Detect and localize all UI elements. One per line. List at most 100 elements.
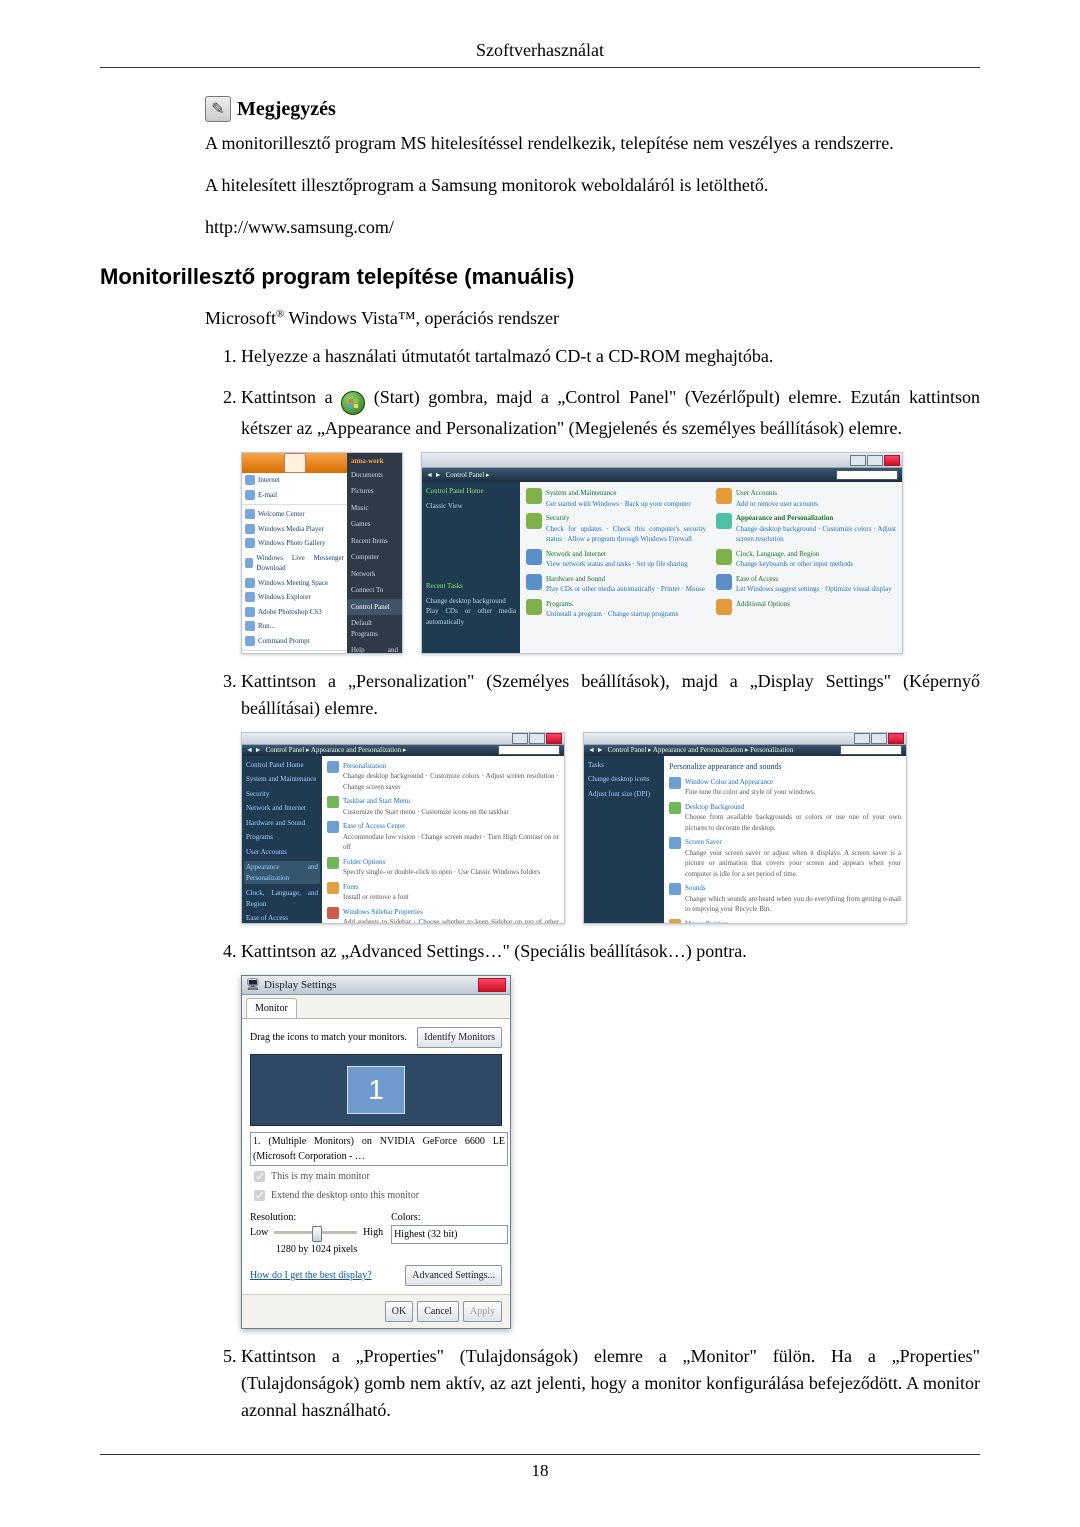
start-right-item[interactable]: Help and Support — [347, 642, 402, 654]
cp-category-appearance[interactable]: Appearance and Personalization — [736, 513, 896, 524]
nav-link[interactable]: System and Maintenance — [246, 774, 318, 785]
start-right-item[interactable]: Music — [347, 500, 402, 517]
cp-category[interactable]: Clock, Language, and Region — [736, 549, 853, 560]
link[interactable]: Mouse Pointers — [685, 919, 901, 925]
cp-category[interactable]: Security — [546, 513, 706, 524]
breadcrumb[interactable]: Control Panel ▸ Appearance and Personali… — [266, 745, 407, 756]
personalization-link[interactable]: Personalization — [343, 761, 559, 772]
resolution-slider[interactable] — [274, 1231, 357, 1234]
sub-text[interactable]: Customize the Start menu · Customize ico… — [343, 807, 509, 818]
breadcrumb[interactable]: Control Panel ▸ Appearance and Personali… — [608, 745, 794, 756]
sub-text[interactable]: Change desktop background · Customize co… — [343, 771, 559, 792]
start-right-item[interactable]: Pictures — [347, 483, 402, 500]
tab-monitor[interactable]: Monitor — [246, 998, 297, 1018]
maximize-button[interactable] — [529, 733, 545, 744]
task-link[interactable]: Change desktop icons — [588, 774, 660, 785]
cp-category[interactable]: Programs — [546, 599, 678, 610]
recent-task[interactable]: Play CDs or other media automatically — [426, 606, 516, 627]
cp-category[interactable]: Network and Internet — [546, 549, 688, 560]
start-item[interactable]: Adobe Photoshop CS3 — [258, 607, 322, 618]
link[interactable]: Taskbar and Start Menu — [343, 796, 509, 807]
minimize-button[interactable] — [850, 455, 866, 466]
nav-link[interactable]: User Accounts — [246, 847, 318, 858]
start-right-item[interactable]: Network — [347, 566, 402, 583]
cancel-button[interactable]: Cancel — [417, 1301, 459, 1322]
monitor-1-icon[interactable]: 1 — [347, 1066, 405, 1114]
cp-sublinks[interactable]: Uninstall a program · Change startup pro… — [546, 609, 678, 620]
nav-link[interactable]: Programs — [246, 832, 318, 843]
sub-text[interactable]: Add gadgets to Sidebar · Choose whether … — [343, 917, 559, 924]
colors-select[interactable]: Highest (32 bit) — [391, 1225, 508, 1244]
monitor-arrangement[interactable]: 1 — [250, 1054, 502, 1126]
nav-link[interactable]: Ease of Access — [246, 913, 318, 924]
start-item[interactable]: E-mail — [258, 490, 277, 501]
cp-sublinks[interactable]: Play CDs or other media automatically · … — [546, 584, 705, 595]
link[interactable]: Windows Sidebar Properties — [343, 907, 559, 918]
sub-text[interactable]: Install or remove a font — [343, 892, 409, 903]
start-control-panel[interactable]: Control Panel — [347, 599, 402, 616]
minimize-button[interactable] — [512, 733, 528, 744]
cp-category[interactable]: System and Maintenance — [546, 488, 691, 499]
start-item[interactable]: Command Prompt — [258, 636, 310, 647]
start-item[interactable]: Windows Live Messenger Download — [256, 553, 344, 574]
close-button[interactable] — [884, 455, 900, 466]
start-item[interactable]: Windows Photo Gallery — [258, 538, 325, 549]
cp-sublinks[interactable]: Add or remove user accounts — [736, 499, 818, 510]
minimize-button[interactable] — [854, 733, 870, 744]
nav-link[interactable]: Network and Internet — [246, 803, 318, 814]
cp-home-link[interactable]: Control Panel Home — [426, 486, 516, 497]
start-item[interactable]: Internet — [258, 475, 280, 486]
nav-link[interactable]: Security — [246, 789, 318, 800]
link[interactable]: Fonts — [343, 882, 409, 893]
maximize-button[interactable] — [867, 455, 883, 466]
cp-sublinks[interactable]: Change keyboards or other input methods — [736, 559, 853, 570]
start-item[interactable]: Welcome Center — [258, 509, 305, 520]
display-device-select[interactable]: 1. (Multiple Monitors) on NVIDIA GeForce… — [250, 1132, 508, 1166]
cp-category[interactable]: Ease of Access — [736, 574, 892, 585]
start-item[interactable]: Run... — [258, 621, 275, 632]
ok-button[interactable]: OK — [385, 1301, 413, 1322]
start-right-item[interactable]: Default Programs — [347, 615, 402, 642]
nav-link-active[interactable]: Appearance and Personalization — [246, 863, 318, 882]
cp-sublinks[interactable]: Get started with Windows · Back up your … — [546, 499, 691, 510]
start-item[interactable]: Windows Meeting Space — [258, 578, 328, 589]
close-button[interactable] — [546, 733, 562, 744]
start-item[interactable]: Windows Media Player — [258, 524, 324, 535]
help-link[interactable]: How do I get the best display? — [250, 1268, 372, 1283]
cp-category[interactable]: Additional Options — [736, 599, 790, 610]
start-right-item[interactable]: Recent Items — [347, 533, 402, 550]
recent-task[interactable]: Change desktop background — [426, 596, 516, 607]
cp-sublinks[interactable]: Let Windows suggest settings · Optimize … — [736, 584, 892, 595]
breadcrumb[interactable]: Control Panel ▸ — [446, 470, 490, 481]
link[interactable]: Screen Saver — [685, 837, 901, 848]
cp-sublinks[interactable]: Change desktop background · Customize co… — [736, 524, 896, 545]
link[interactable]: Ease of Access Center — [343, 821, 559, 832]
link[interactable]: Folder Options — [343, 857, 540, 868]
task-link[interactable]: Adjust font size (DPI) — [588, 789, 660, 800]
link[interactable]: Sounds — [685, 883, 901, 894]
cp-category[interactable]: Hardware and Sound — [546, 574, 705, 585]
nav-link[interactable]: Hardware and Sound — [246, 818, 318, 829]
close-button[interactable] — [888, 733, 904, 744]
cp-category[interactable]: User Accounts — [736, 488, 818, 499]
search-input[interactable] — [840, 745, 902, 755]
search-input[interactable] — [836, 470, 898, 480]
classic-view-link[interactable]: Classic View — [426, 501, 516, 512]
search-input[interactable] — [498, 745, 560, 755]
start-right-item[interactable]: Connect To — [347, 582, 402, 599]
link[interactable]: Desktop Background — [685, 802, 901, 813]
maximize-button[interactable] — [871, 733, 887, 744]
cp-sublinks[interactable]: View network status and tasks · Set up f… — [546, 559, 688, 570]
start-right-item[interactable]: Computer — [347, 549, 402, 566]
link[interactable]: Window Color and Appearance — [685, 777, 815, 788]
identify-monitors-button[interactable]: Identify Monitors — [417, 1027, 502, 1048]
cp-sublinks[interactable]: Check for updates · Check this computer'… — [546, 524, 706, 545]
nav-link[interactable]: Clock, Language, and Region — [246, 888, 318, 909]
advanced-settings-button[interactable]: Advanced Settings... — [405, 1265, 502, 1286]
start-right-item[interactable]: Documents — [347, 467, 402, 484]
sub-text[interactable]: Specify single- or double-click to open … — [343, 867, 540, 878]
start-right-item[interactable]: Games — [347, 516, 402, 533]
start-item[interactable]: Windows Explorer — [258, 592, 311, 603]
close-button[interactable] — [478, 978, 506, 992]
sub-text[interactable]: Accommodate low vision · Change screen r… — [343, 832, 559, 853]
